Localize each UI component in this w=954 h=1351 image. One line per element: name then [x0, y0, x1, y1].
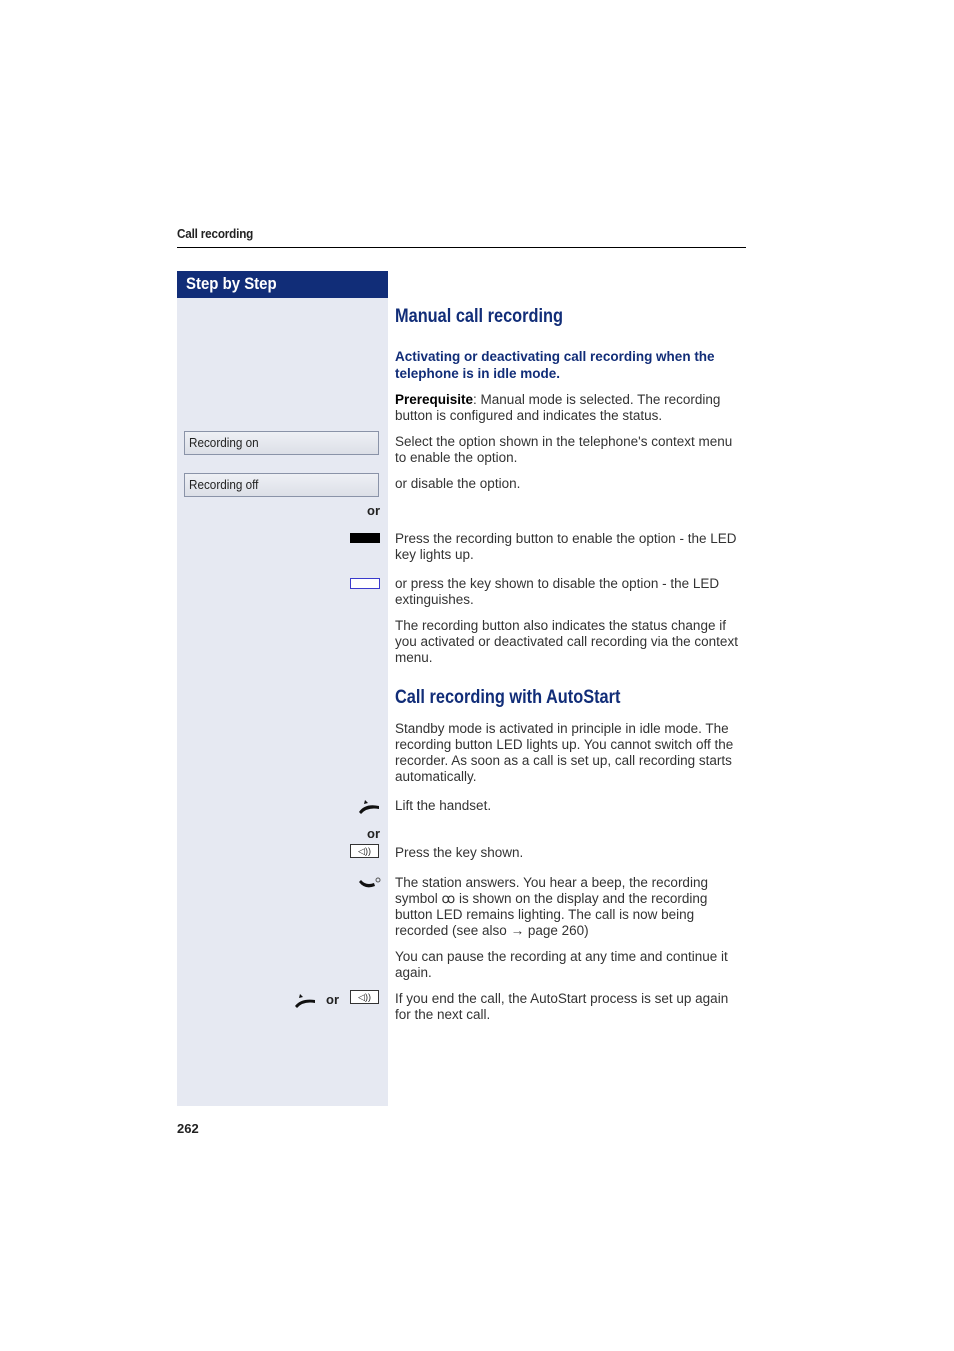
section-header: Call recording — [177, 226, 254, 241]
recording-on-option[interactable]: Recording on — [184, 431, 379, 455]
manual-heading-text: Manual call recording — [395, 306, 563, 327]
call-answered-icon — [359, 877, 381, 888]
disable-text: or disable the option. — [395, 476, 521, 491]
step-by-step-title: Step by Step — [186, 274, 277, 293]
step-by-step-header: Step by Step — [177, 271, 388, 298]
autostart-intro: Standby mode is activated in principle i… — [395, 721, 734, 784]
recording-on-label: Recording on — [189, 435, 259, 450]
autostart-heading: Call recording with AutoStart — [395, 687, 657, 709]
manual-heading: Manual call recording — [395, 306, 590, 328]
status-text: The recording button also indicates the … — [395, 618, 738, 665]
prerequisite-label: Prerequisite — [395, 392, 474, 407]
prerequisite-text: Prerequisite: Manual mode is selected. T… — [395, 392, 747, 424]
recording-off-label: Recording off — [189, 477, 259, 492]
or-label-3: or — [326, 992, 339, 1007]
press-on-text: Press the recording button to enable the… — [395, 531, 737, 562]
page-reference-link[interactable]: page 260) — [524, 923, 589, 938]
press-key-text: Press the key shown. — [395, 845, 524, 860]
manual-subheading: Activating or deactivating call recordin… — [395, 349, 715, 381]
or-label: or — [367, 503, 380, 518]
speaker-key-icon-2[interactable]: ◁)) — [350, 990, 379, 1004]
end-call-text: If you end the call, the AutoStart proce… — [395, 991, 729, 1022]
hang-up-handset-icon — [295, 994, 315, 1008]
arrow-right-icon: → — [510, 923, 525, 938]
press-off-text: or press the key shown to disable the op… — [395, 576, 720, 607]
lift-handset-icon — [359, 800, 379, 814]
step-column — [177, 298, 388, 1106]
select-text: Select the option shown in the telephone… — [395, 434, 733, 465]
autostart-heading-text: Call recording with AutoStart — [395, 687, 621, 708]
header-rule — [177, 247, 746, 248]
led-key-off-icon[interactable] — [350, 578, 380, 589]
recording-off-option[interactable]: Recording off — [184, 473, 379, 497]
page-number: 262 — [177, 1121, 199, 1136]
answers-text: The station answers. You hear a beep, th… — [395, 875, 747, 939]
led-key-on-icon[interactable] — [350, 533, 380, 543]
speaker-key-icon[interactable]: ◁)) — [350, 844, 379, 858]
or-label-2: or — [367, 826, 380, 841]
recording-symbol-icon: ꝏ — [441, 891, 456, 906]
pause-text: You can pause the recording at any time … — [395, 949, 728, 980]
lift-handset-text: Lift the handset. — [395, 798, 492, 813]
